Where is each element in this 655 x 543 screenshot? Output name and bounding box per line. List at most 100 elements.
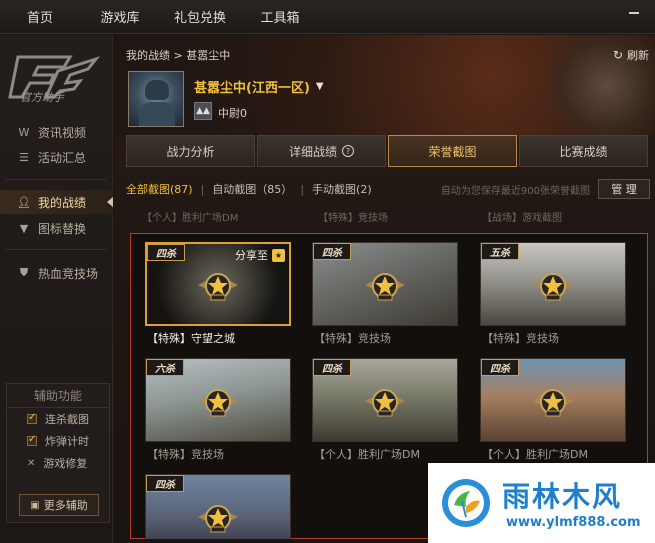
refresh-label: 刷新 <box>627 49 649 62</box>
sidebar-divider <box>6 249 106 250</box>
cf-emblem-icon <box>196 269 240 303</box>
sidebar-item-label: 活动汇总 <box>38 150 87 165</box>
help-icon[interactable]: ? <box>342 145 354 157</box>
aux-functions-panel: 辅助功能 连杀截图 炸弹计时 ✕ 游戏修复 ▣ 更多辅助 <box>6 383 110 523</box>
sidebar-item-activities[interactable]: ☰ 活动汇总 <box>0 145 113 169</box>
screenshot-filters: 全部截图(87) | 自动截图（85） | 手动截图(2) 自动为您保存最近90… <box>126 178 650 200</box>
sidebar-item-icon-replace[interactable]: ▼ 图标替换 <box>0 216 113 240</box>
top-nav: 首页 游戏库 礼包兑换 工具箱 <box>0 0 655 34</box>
tab-bar: 战力分析 详细战绩 ? 荣誉截图 比赛成绩 <box>126 135 648 167</box>
sidebar-item-arena[interactable]: ⛊ 热血竞技场 <box>0 261 113 285</box>
watermark-title: 雨林木风 <box>502 480 623 513</box>
partial-row-captions: 【个人】胜利广场DM 【特殊】竞技场 【战场】游戏截图 <box>130 207 650 227</box>
aux-option-label: 炸弹计时 <box>45 435 89 448</box>
nav-gift-redeem[interactable]: 礼包兑换 <box>160 7 240 26</box>
screenshot-thumbnail[interactable]: 四杀 分享至 ★ <box>145 242 291 326</box>
wrench-icon: ✕ <box>27 457 36 469</box>
tab-match-results[interactable]: 比赛成绩 <box>519 135 648 167</box>
sidebar-item-news-video[interactable]: W 资讯视频 <box>0 120 113 144</box>
screenshot-thumbnail[interactable]: 六杀 <box>145 358 291 442</box>
manage-button[interactable]: 管 理 <box>598 179 650 199</box>
screenshot-thumbnail[interactable]: 四杀 <box>312 358 458 442</box>
filter-separator: | <box>200 182 205 196</box>
chevron-down-icon: ▼ <box>315 81 324 92</box>
kill-count-badge: 四杀 <box>313 243 351 260</box>
kill-count-badge: 四杀 <box>146 475 184 492</box>
aux-option-label: 连杀截图 <box>45 413 89 426</box>
kill-count-badge: 四杀 <box>147 244 185 261</box>
sidebar-divider <box>6 179 106 180</box>
toolbox-icon: ▣ <box>30 499 40 511</box>
checkbox-checked-icon[interactable] <box>27 434 37 446</box>
screenshot-thumbnail[interactable]: 四杀 <box>145 474 291 539</box>
tab-label: 比赛成绩 <box>559 144 608 159</box>
filter-manual[interactable]: 手动截图(2) <box>312 181 372 197</box>
nav-toolbox[interactable]: 工具箱 <box>240 7 320 26</box>
screenshot-caption: 【个人】胜利广场DM <box>482 448 588 461</box>
refresh-icon: ↻ <box>612 48 623 62</box>
w-icon: W <box>18 125 30 139</box>
screenshot-thumbnail[interactable]: 四杀 <box>480 358 626 442</box>
shirt-icon: ▼ <box>19 221 29 235</box>
rank-badge-icon: ▲▲ <box>194 102 212 120</box>
shield-icon: ⛊ <box>19 266 29 279</box>
nav-home[interactable]: 首页 <box>0 7 80 26</box>
username: 甚嚣尘中(江西一区) <box>194 81 310 96</box>
cf-emblem-icon <box>531 385 575 419</box>
filter-all[interactable]: 全部截图(87) <box>126 181 193 197</box>
kill-count-badge: 四杀 <box>313 359 351 376</box>
screenshot-thumbnail[interactable]: 五杀 <box>480 242 626 326</box>
tab-honor-screenshots[interactable]: 荣誉截图 <box>388 135 517 167</box>
watermark-url: www.ylmf888.com <box>506 515 641 530</box>
filter-auto[interactable]: 自动截图（85） <box>212 181 292 197</box>
tab-label: 详细战绩 <box>288 144 337 159</box>
filter-separator: | <box>300 182 305 196</box>
aux-option-game-repair[interactable]: ✕ 游戏修复 <box>7 452 109 474</box>
more-aux-button[interactable]: ▣ 更多辅助 <box>19 494 99 516</box>
tab-detailed-record[interactable]: 详细战绩 ? <box>257 135 386 167</box>
aux-option-kill-screenshot[interactable]: 连杀截图 <box>7 408 109 430</box>
screenshot-caption: 【个人】胜利广场DM <box>314 448 420 461</box>
aux-title: 辅助功能 <box>7 384 109 408</box>
ylmf-logo <box>442 479 490 527</box>
partial-caption: 【特殊】竞技场 <box>318 213 388 224</box>
cf-emblem-icon <box>196 501 240 535</box>
avatar <box>128 71 184 127</box>
minimize-icon[interactable] <box>627 6 641 20</box>
aux-option-bomb-timer[interactable]: 炸弹计时 <box>7 430 109 452</box>
screenshot-caption: 【特殊】竞技场 <box>314 332 391 345</box>
watermark: 雨林木风 www.ylmf888.com <box>428 463 655 543</box>
sidebar-item-label: 资讯视频 <box>38 125 87 140</box>
partial-caption: 【个人】胜利广场DM <box>142 213 239 224</box>
breadcrumb: 我的战绩 > 甚嚣尘中 <box>126 49 231 62</box>
user-icon: 👤︎ <box>17 195 31 209</box>
sidebar-item-label: 我的战绩 <box>38 195 87 210</box>
share-icon: ★ <box>272 248 285 262</box>
kill-count-badge: 五杀 <box>481 243 519 260</box>
cf-logo: 官方助手 <box>8 55 101 103</box>
screenshot-caption: 【特殊】竞技场 <box>147 448 224 461</box>
sidebar: 官方助手 W 资讯视频 ☰ 活动汇总 👤︎ 我的战绩 ▼ 图标替换 ⛊ 热血竞技… <box>0 35 113 543</box>
cf-emblem-icon <box>196 385 240 419</box>
svg-text:官方助手: 官方助手 <box>20 91 65 103</box>
tab-label: 荣誉截图 <box>428 144 477 159</box>
cf-emblem-icon <box>531 269 575 303</box>
username-selector[interactable]: 甚嚣尘中(江西一区) ▼ <box>194 77 324 96</box>
tab-power-analysis[interactable]: 战力分析 <box>126 135 255 167</box>
screenshot-thumbnail[interactable]: 四杀 <box>312 242 458 326</box>
save-note: 自动为您保存最近900张荣誉截图 <box>440 185 590 197</box>
refresh-button[interactable]: ↻ 刷新 <box>613 47 649 63</box>
share-button[interactable]: 分享至 ★ <box>235 247 285 263</box>
nav-game-library[interactable]: 游戏库 <box>80 7 160 26</box>
rank-text: 中尉0 <box>218 107 247 120</box>
kill-count-badge: 六杀 <box>146 359 184 376</box>
sidebar-item-my-record[interactable]: 👤︎ 我的战绩 <box>0 190 113 214</box>
sidebar-item-label: 图标替换 <box>38 221 87 236</box>
screenshot-caption: 【特殊】守望之城 <box>147 332 235 345</box>
share-label: 分享至 <box>235 249 268 262</box>
aux-option-label: 游戏修复 <box>43 457 88 470</box>
kill-count-badge: 四杀 <box>481 359 519 376</box>
sidebar-item-label: 热血竞技场 <box>38 266 99 281</box>
tab-label: 战力分析 <box>166 144 215 159</box>
checkbox-checked-icon[interactable] <box>27 412 37 424</box>
